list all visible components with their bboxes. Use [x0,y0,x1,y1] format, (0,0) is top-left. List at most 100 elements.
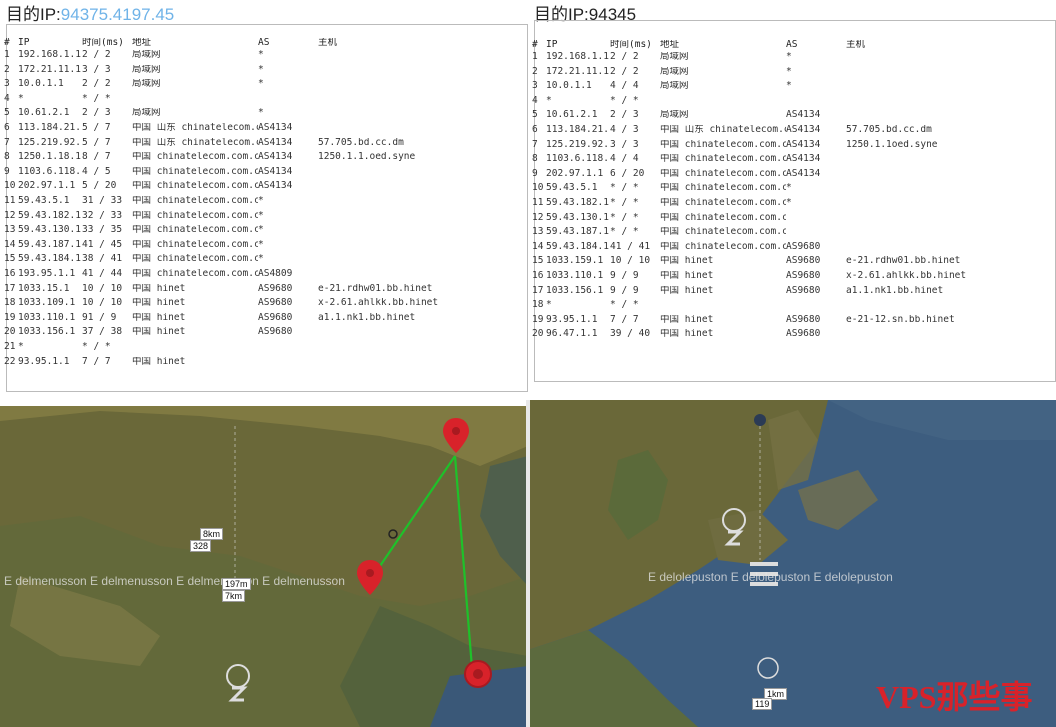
table-row[interactable]: 19 93.95.1.1 7 / 7 中国 hinet AS9680 e-21-12.sn… [528,315,1056,326]
table-cell: 16 [532,271,544,281]
table-cell: * / * [610,183,639,194]
table-row[interactable]: 3 10.0.1.1 4 / 4 局域网 * [528,81,1056,92]
table-cell: 中国 chinatelecom.com.cn [660,154,786,165]
table-cell: * [258,50,264,60]
table-row[interactable]: 18 * * / * [528,300,1056,311]
left-hop-table[interactable]: # IP 时间(ms) 地址 AS 主机 1 192.168.1.1 2 / 2 局域网 * 2 172… [0,38,528,390]
table-row[interactable]: 8 1103.6.118.1 4 / 4 中国 chinatelecom.com.cn… [528,154,1056,165]
table-row[interactable]: 14 59.43.187.1 41 / 45 中国 chinatelecom.com.… [0,240,528,251]
column-header[interactable]: 时间(ms) [82,38,132,49]
table-row[interactable]: 17 1033.156.1 9 / 9 中国 hinet AS9680 a1.1.nk1.… [528,286,1056,297]
table-cell: 8 [532,154,538,165]
table-row[interactable]: 19 1033.110.1 91 / 9 中国 hinet AS9680 a1.1.nk1… [0,313,528,324]
table-row[interactable]: 16 1033.110.1 9 / 9 中国 hinet AS9680 x-2.61.ah… [528,271,1056,282]
column-header[interactable]: 地址 [660,40,786,51]
map-pin-icon[interactable] [464,660,492,688]
left-route-map[interactable]: E delmenusson E delmenusson E delmenusso… [0,406,528,727]
table-cell: 15 [532,256,544,267]
table-cell: 59.43.5.1 [546,183,598,194]
table-header: # IP 时间(ms) 地址 AS 主机 [528,40,1056,51]
table-cell: 中国 hinet [660,271,714,281]
table-row[interactable]: 13 59.43.130.1 33 / 35 中国 chinatelecom.com.… [0,225,528,236]
table-cell: 中国 chinatelecom.com.cn [132,254,258,265]
table-cell: 2 / 2 [82,50,111,60]
table-row[interactable]: 22 93.95.1.1 7 / 7 中国 hinet [0,357,528,368]
table-row[interactable]: 20 96.47.1.1 39 / 40 中国 hinet AS9680 [528,329,1056,340]
table-row[interactable]: 10 59.43.5.1 * / * 中国 chinatelecom.com.cn * [528,183,1056,194]
table-row[interactable]: 17 1033.15.1 10 / 10 中国 hinet AS9680 e-21.rdh… [0,284,528,295]
right-hop-table[interactable]: # IP 时间(ms) 地址 AS 主机 1 192.168.1.1 2 / 2 局域网 * 2 172… [528,40,1056,380]
table-row[interactable]: 4 * * / * [528,96,1056,107]
table-row[interactable]: 21 * * / * [0,342,528,353]
table-cell: 10.0.1.1 [546,81,592,92]
column-header[interactable]: IP [546,40,610,51]
table-cell: 1033.156.1 [546,285,604,296]
table-row[interactable]: 7 125.219.92.15 / 7 中国 山东 chinatelecom.com… [0,138,528,149]
table-row[interactable]: 11 59.43.5.1 31 / 33 中国 chinatelecom.com.cn… [0,196,528,207]
table-cell: 10 [4,181,16,192]
table-cell: AS9680 [258,283,293,294]
column-header[interactable]: # [532,40,546,51]
column-header[interactable]: 地址 [132,38,258,49]
table-cell: 113.184.21.1 [546,125,610,135]
column-header[interactable]: 主机 [846,40,1046,51]
table-cell: 4 / 4 [610,154,639,165]
table-cell: * [18,342,24,352]
table-cell: AS4134 [786,125,821,135]
table-row[interactable]: 9 202.97.1.1 6 / 20 中国 chinatelecom.com.cn A… [528,169,1056,180]
table-cell: 局域网 [660,81,689,92]
table-cell: 93.95.1.1 [18,356,70,367]
table-row[interactable]: 7 125.219.92.1 3 / 3 中国 chinatelecom.com.cn… [528,140,1056,151]
table-row[interactable]: 5 10.61.2.1 2 / 3 局域网 * [0,108,528,119]
table-cell: 中国 chinatelecom.com.cn [132,210,258,221]
table-row[interactable]: 14 59.43.184.1 41 / 41 中国 chinatelecom.com.… [528,242,1056,253]
table-row[interactable]: 16 193.95.1.1 41 / 44 中国 chinatelecom.com.c… [0,269,528,280]
column-header[interactable]: IP [18,38,82,49]
table-cell: 202.97.1.1 [546,168,604,179]
table-cell: * [258,108,264,119]
column-header[interactable]: AS [786,40,846,51]
table-row[interactable]: 11 59.43.182.1 * / * 中国 chinatelecom.com.cn… [528,198,1056,209]
column-header[interactable]: # [4,38,18,49]
distance-label: 8km [200,528,224,540]
table-row[interactable]: 6 113.184.21.14 / 3 中国 山东 chinatelecom.com… [528,125,1056,136]
table-cell: 1103.6.118.1 [546,154,610,165]
table-row[interactable]: 3 10.0.1.1 2 / 2 局域网 * [0,79,528,90]
table-cell: 59.43.184.1 [18,254,81,265]
table-row[interactable]: 18 1033.109.1 10 / 10 中国 hinet AS9680 x-2.61.… [0,298,528,309]
table-row[interactable]: 2 172.21.11.1 3 / 3 局域网 * [0,65,528,76]
table-cell: 2 / 2 [610,66,639,77]
table-cell: 2 [4,64,10,75]
table-cell: 7 [4,137,10,148]
table-cell: 12 [4,210,16,221]
map-attribution-strip: E delmenusson E delmenusson E delmenusso… [4,574,345,588]
table-row[interactable]: 20 1033.156.1 37 / 38 中国 hinet AS9680 [0,327,528,338]
table-row[interactable]: 4 * * / * [0,94,528,105]
column-header[interactable]: 主机 [318,38,518,49]
column-header[interactable]: 时间(ms) [610,40,660,51]
table-cell: 13 [532,227,544,238]
table-cell: 1033.159.1 [546,256,604,267]
table-cell: a1.1.nk1.bb.hinet [846,285,944,296]
table-row[interactable]: 9 1103.6.118.1 4 / 5 中国 chinatelecom.com.cn… [0,167,528,178]
table-cell: * / * [82,342,111,352]
table-row[interactable]: 1 192.168.1.1 2 / 2 局域网 * [0,50,528,61]
table-row[interactable]: 15 59.43.184.1 38 / 41 中国 chinatelecom.com.… [0,254,528,265]
table-cell: * / * [610,95,639,106]
map-pin-icon[interactable] [754,414,766,426]
table-cell: AS9680 [786,285,821,296]
table-cell: 4 / 3 [610,125,639,135]
table-row[interactable]: 5 10.61.2.1 2 / 3 局域网 AS4134 [528,110,1056,121]
table-cell: AS9680 [786,256,821,267]
table-cell: 中国 山东 chinatelecom.com.cn [660,125,786,135]
table-row[interactable]: 6 113.184.21.15 / 7 中国 山东 chinatelecom.com… [0,123,528,134]
table-row[interactable]: 2 172.21.11.1 2 / 2 局域网 * [528,67,1056,78]
table-row[interactable]: 13 59.43.187.1 * / * 中国 chinatelecom.com.cn [528,227,1056,238]
table-row[interactable]: 10 202.97.1.1 5 / 20 中国 chinatelecom.com.cn… [0,181,528,192]
table-row[interactable]: 12 59.43.182.1 32 / 33 中国 chinatelecom.com.… [0,211,528,222]
table-row[interactable]: 15 1033.159.1 10 / 10 中国 hinet AS9680 e-21.rd… [528,256,1056,267]
column-header[interactable]: AS [258,38,318,49]
table-row[interactable]: 8 1250.1.18.1 8 / 7 中国 chinatelecom.com.cn A… [0,152,528,163]
table-row[interactable]: 1 192.168.1.1 2 / 2 局域网 * [528,52,1056,63]
table-row[interactable]: 12 59.43.130.1 * / * 中国 chinatelecom.com.cn [528,213,1056,224]
